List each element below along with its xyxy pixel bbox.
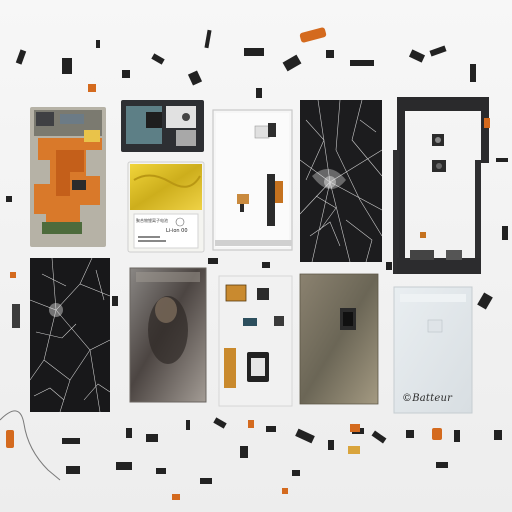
battery-label-text-2: 聚合物锂离子电池 — [136, 217, 168, 223]
shattered-front-glass — [299, 99, 383, 263]
display-panel — [212, 109, 293, 251]
mainboard-top — [121, 100, 204, 152]
disassembled-phone-photo: 聚合物锂离子电池 Li-ion 00 — [0, 0, 512, 512]
photographer-signature: ©Batteur — [402, 393, 453, 404]
mirror-display-back — [129, 267, 207, 403]
battery-pack: 聚合物锂离子电池 Li-ion 00 — [127, 161, 205, 253]
clear-panel-with-modules — [218, 275, 293, 407]
logic-board-with-flex-cable — [30, 107, 106, 247]
brass-mirror-panel — [299, 273, 379, 405]
battery-label-text-1: Li-ion 00 — [166, 228, 188, 234]
shattered-back-glass — [29, 257, 111, 413]
